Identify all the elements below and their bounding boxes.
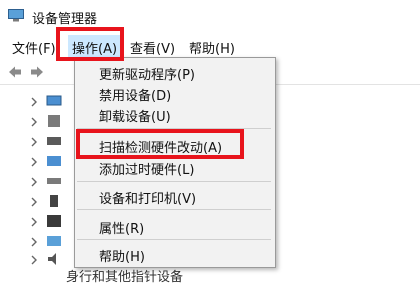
speaker-icon [48,253,56,265]
forward-arrow-icon[interactable] [30,65,44,79]
menu-item-add-legacy-hardware[interactable]: 添加过时硬件(L) [99,159,194,178]
menu-item-devices-printers[interactable]: 设备和打印机(V) [99,188,196,207]
window-title: 设备管理器 [32,12,98,27]
menu-separator [77,209,271,210]
menu-item-update-driver[interactable]: 更新驱动程序(P) [99,64,195,83]
chevron-right-icon[interactable] [30,157,38,167]
chevron-right-icon[interactable] [30,97,38,107]
device-category-icon [47,178,61,184]
menu-item-help[interactable]: 帮助(H) [99,246,145,265]
menu-item-properties[interactable]: 属性(R) [99,218,144,237]
chevron-right-icon[interactable] [30,177,38,187]
menu-item-uninstall-device[interactable]: 卸载设备(U) [99,106,171,125]
device-category-icon [47,156,61,166]
chevron-right-icon[interactable] [30,117,38,127]
menu-separator [77,181,271,182]
menu-separator [77,239,271,240]
highlight-box-scan-hardware [76,129,244,159]
action-menu: 更新驱动程序(P) 禁用设备(D) 卸载设备(U) 扫描检测硬件改动(A) 添加… [74,57,276,268]
device-category-icon [47,137,61,145]
device-category-icon [50,195,58,207]
device-manager-icon [8,9,24,22]
menu-file[interactable]: 文件(F) [12,38,56,57]
device-category-icon [46,95,62,106]
menu-view[interactable]: 查看(V) [130,38,175,57]
device-category-icon [47,236,61,246]
chevron-right-icon[interactable] [30,255,38,265]
menu-help[interactable]: 帮助(H) [189,38,235,57]
device-category-icon [47,215,61,227]
chevron-right-icon[interactable] [30,197,38,207]
chevron-right-icon[interactable] [30,137,38,147]
chevron-right-icon[interactable] [30,217,38,227]
back-arrow-icon[interactable] [8,65,22,79]
menu-item-disable-device[interactable]: 禁用设备(D) [99,85,171,104]
device-category-icon [48,115,60,127]
highlight-box-action-menu [56,27,124,61]
chevron-right-icon[interactable] [30,237,38,247]
